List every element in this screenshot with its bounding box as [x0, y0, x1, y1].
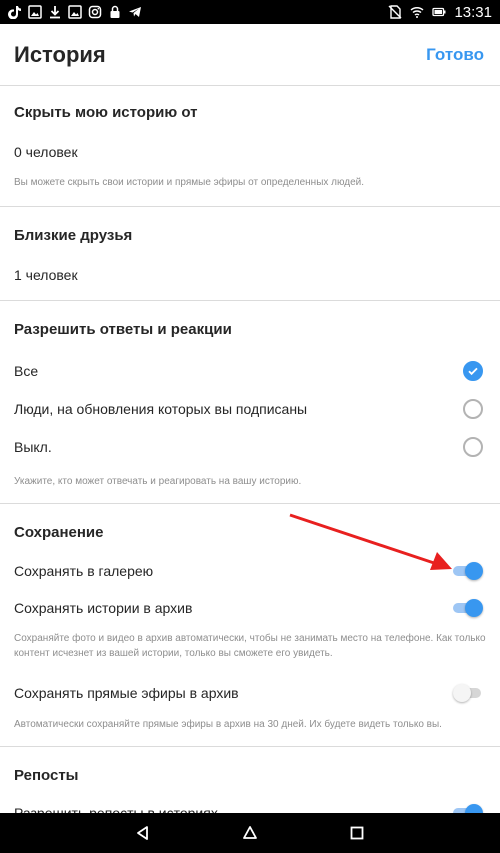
save-story-archive-row[interactable]: Сохранять истории в архив — [0, 589, 500, 627]
replies-title: Разрешить ответы и реакции — [14, 321, 232, 338]
no-sim-icon — [388, 5, 402, 19]
replies-hint: Укажите, кто может отвечать и реагироват… — [14, 476, 302, 487]
replies-section: Разрешить ответы и реакции Все Люди, на … — [0, 301, 500, 504]
status-bar-system: 13:31 — [388, 4, 492, 21]
radio-unchecked-icon[interactable] — [463, 437, 483, 457]
close-friends-count: 1 человек — [14, 267, 78, 283]
allow-reposts-label: Разрешить репосты в историях — [14, 805, 218, 813]
instagram-icon — [88, 5, 102, 19]
telegram-icon — [128, 5, 142, 19]
allow-reposts-toggle[interactable] — [453, 804, 483, 813]
system-nav-bar — [0, 813, 500, 853]
done-button[interactable]: Готово — [426, 45, 486, 65]
save-story-archive-label: Сохранять истории в архив — [14, 600, 193, 616]
hide-story-hint: Вы можете скрыть свои истории и прямые э… — [14, 177, 365, 188]
status-time: 13:31 — [454, 3, 492, 21]
save-live-archive-hint: Автоматически сохраняйте прямые эфиры в … — [14, 719, 442, 730]
replies-option-label: Люди, на обновления которых вы подписаны — [14, 401, 308, 417]
reposts-title: Репосты — [14, 767, 79, 784]
page-title: История — [14, 41, 106, 67]
reposts-section: Репосты Разрешить репосты в историях — [0, 747, 500, 813]
back-icon[interactable] — [131, 821, 155, 845]
saving-section: Сохранение Сохранять в галерею Сохранять… — [0, 504, 500, 747]
replies-option-label: Выкл. — [14, 439, 52, 455]
hide-story-title: Скрыть мою историю от — [14, 104, 198, 121]
save-to-gallery-label: Сохранять в галерею — [14, 563, 154, 579]
saving-title: Сохранение — [14, 524, 104, 541]
replies-option-off[interactable]: Выкл. — [0, 428, 500, 466]
save-live-archive-toggle[interactable] — [453, 684, 483, 702]
save-live-archive-row[interactable]: Сохранять прямые эфиры в архив — [0, 673, 500, 713]
save-live-archive-label: Сохранять прямые эфиры в архив — [14, 685, 239, 701]
home-icon[interactable] — [238, 821, 262, 845]
close-friends-title: Близкие друзья — [14, 227, 133, 244]
close-friends-row[interactable]: 1 человек — [0, 258, 500, 292]
status-bar: 13:31 — [0, 0, 500, 24]
close-friends-section: Близкие друзья 1 человек — [0, 207, 500, 301]
radio-checked-icon[interactable] — [463, 361, 483, 381]
wifi-icon — [410, 5, 424, 19]
status-bar-notifications — [8, 5, 142, 19]
replies-option-label: Все — [14, 363, 39, 379]
settings-list[interactable]: Скрыть мою историю от 0 человек Вы может… — [0, 86, 500, 813]
save-to-gallery-row[interactable]: Сохранять в галерею — [0, 553, 500, 589]
hide-story-section: Скрыть мою историю от 0 человек Вы может… — [0, 86, 500, 207]
recents-icon[interactable] — [345, 821, 369, 845]
top-bar: История Готово — [0, 24, 500, 86]
download-icon — [48, 5, 62, 19]
battery-icon — [432, 5, 446, 19]
hide-story-count: 0 человек — [14, 144, 78, 160]
lock-icon — [108, 5, 122, 19]
save-to-gallery-toggle[interactable] — [453, 562, 483, 580]
replies-option-all[interactable]: Все — [0, 352, 500, 390]
allow-reposts-row[interactable]: Разрешить репосты в историях — [0, 796, 500, 813]
hide-story-row[interactable]: 0 человек — [0, 135, 500, 169]
radio-unchecked-icon[interactable] — [463, 399, 483, 419]
save-story-archive-hint: Сохраняйте фото и видео в архив автомати… — [14, 633, 486, 659]
gallery-icon — [28, 5, 42, 19]
replies-option-following[interactable]: Люди, на обновления которых вы подписаны — [0, 390, 500, 428]
tiktok-icon — [8, 5, 22, 19]
gallery-icon — [68, 5, 82, 19]
save-story-archive-toggle[interactable] — [453, 599, 483, 617]
